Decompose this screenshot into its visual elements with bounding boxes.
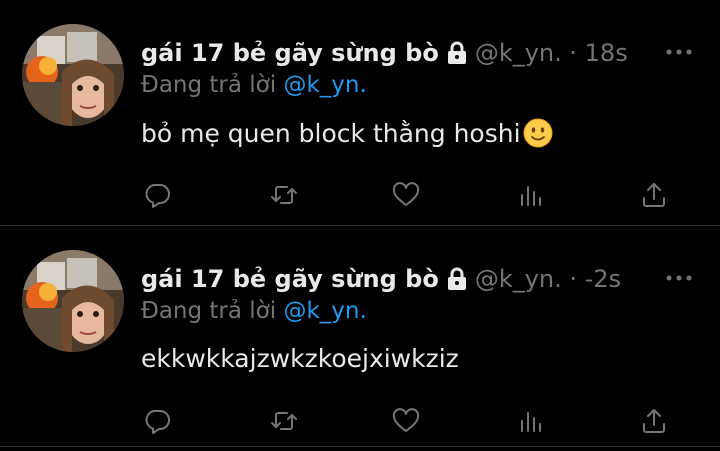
replying-to-label: Đang trả lời (141, 72, 284, 98)
more-icon[interactable] (664, 42, 694, 62)
tweet-actions (0, 401, 720, 441)
retweet-icon[interactable] (264, 401, 304, 441)
reply-icon[interactable] (137, 401, 177, 441)
replying-to-label: Đang trả lời (141, 298, 284, 324)
tweet-header: gái 17 bẻ gãy sừng bò @k_yn. · 18s (141, 36, 628, 70)
handle-and-time[interactable]: @k_yn. · -2s (475, 265, 621, 293)
views-icon[interactable] (511, 401, 551, 441)
share-icon[interactable] (634, 401, 674, 441)
display-name[interactable]: gái 17 bẻ gãy sừng bò (141, 39, 439, 67)
tweet-divider (0, 446, 720, 447)
slightly-smiling-face-icon (523, 118, 553, 148)
avatar[interactable] (22, 24, 124, 126)
tweet-text: bỏ mẹ quen block thằng hoshi (141, 118, 553, 148)
tweet-text-body: ekkwkkajzwkzkoejxiwkziz (141, 344, 459, 373)
avatar-image (22, 24, 124, 126)
views-icon[interactable] (511, 175, 551, 215)
tweet[interactable]: gái 17 bẻ gãy sừng bò @k_yn. · -2s Đang … (0, 226, 720, 451)
lock-icon (447, 41, 467, 65)
more-icon[interactable] (664, 268, 694, 288)
share-icon[interactable] (634, 175, 674, 215)
tweet-header: gái 17 bẻ gãy sừng bò @k_yn. · -2s (141, 262, 621, 296)
lock-icon (447, 267, 467, 291)
mention-link[interactable]: @k_yn. (283, 298, 366, 324)
replying-to: Đang trả lời @k_yn. (141, 72, 367, 98)
display-name[interactable]: gái 17 bẻ gãy sừng bò (141, 265, 439, 293)
like-icon[interactable] (386, 175, 426, 215)
handle-and-time[interactable]: @k_yn. · 18s (475, 39, 628, 67)
tweet[interactable]: gái 17 bẻ gãy sừng bò @k_yn. · 18s Đang … (0, 0, 720, 225)
avatar[interactable] (22, 250, 124, 352)
replying-to: Đang trả lời @k_yn. (141, 298, 367, 324)
avatar-image (22, 250, 124, 352)
reply-icon[interactable] (137, 175, 177, 215)
tweet-text: ekkwkkajzwkzkoejxiwkziz (141, 344, 459, 373)
retweet-icon[interactable] (264, 175, 304, 215)
like-icon[interactable] (386, 401, 426, 441)
mention-link[interactable]: @k_yn. (283, 72, 366, 98)
tweet-text-body: bỏ mẹ quen block thằng hoshi (141, 118, 521, 148)
tweet-actions (0, 175, 720, 215)
